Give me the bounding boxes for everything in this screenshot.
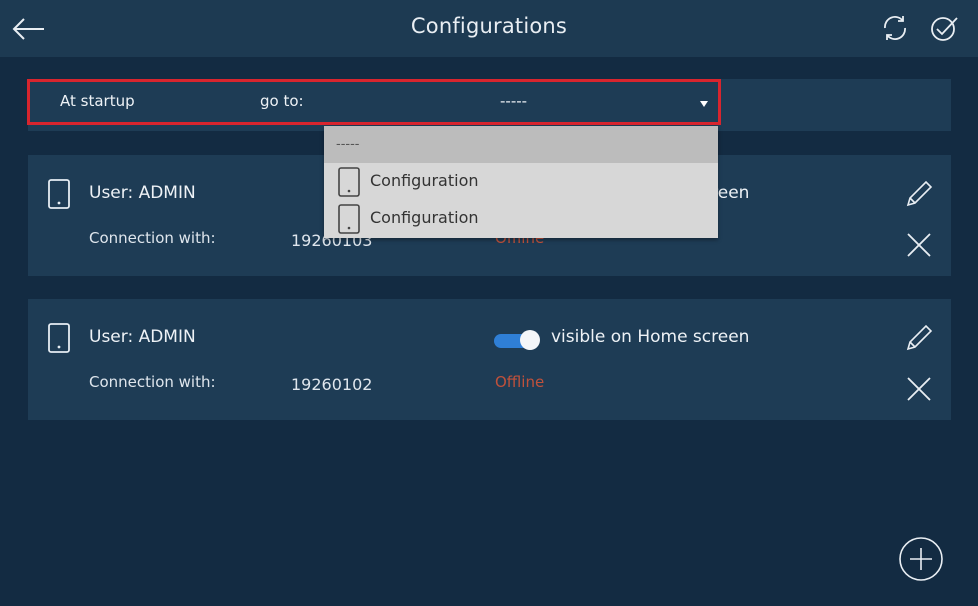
phone-icon (338, 204, 360, 234)
dropdown-option-label: Configuration (370, 208, 479, 227)
startup-label: At startup (60, 92, 135, 110)
dropdown-option-empty[interactable]: ----- (324, 126, 718, 163)
visibility-toggle[interactable] (494, 330, 542, 350)
phone-icon (48, 179, 70, 209)
visible-on-home-label: visible on Home screen (551, 327, 750, 347)
edit-pencil-icon[interactable] (902, 321, 936, 355)
add-plus-icon[interactable] (898, 536, 944, 582)
delete-close-icon[interactable] (904, 230, 934, 260)
page-title: Configurations (410, 14, 568, 38)
dropdown-option[interactable]: Configuration (324, 200, 718, 237)
status-badge: Offline (495, 373, 545, 391)
startup-select-value[interactable]: ----- (500, 92, 527, 110)
refresh-icon[interactable] (879, 12, 911, 44)
startup-dropdown-menu: ----- Configuration Configuration (324, 126, 718, 238)
card-user: User: ADMIN (89, 327, 196, 347)
goto-label: go to: (260, 92, 304, 110)
confirm-check-icon[interactable] (928, 12, 960, 44)
app-header: Configurations (0, 0, 978, 57)
connection-value: 19260102 (291, 375, 373, 394)
phone-icon (338, 167, 360, 197)
chevron-down-icon[interactable] (700, 101, 708, 107)
delete-close-icon[interactable] (904, 374, 934, 404)
connection-label: Connection with: (89, 229, 216, 247)
dropdown-option[interactable]: Configuration (324, 163, 718, 200)
configuration-card: User: ADMIN Connection with: 19260102 Of… (28, 299, 951, 420)
connection-label: Connection with: (89, 373, 216, 391)
card-user: User: ADMIN (89, 183, 196, 203)
toggle-knob (520, 330, 540, 350)
dropdown-option-label: Configuration (370, 171, 479, 190)
edit-pencil-icon[interactable] (902, 177, 936, 211)
phone-icon (48, 323, 70, 353)
